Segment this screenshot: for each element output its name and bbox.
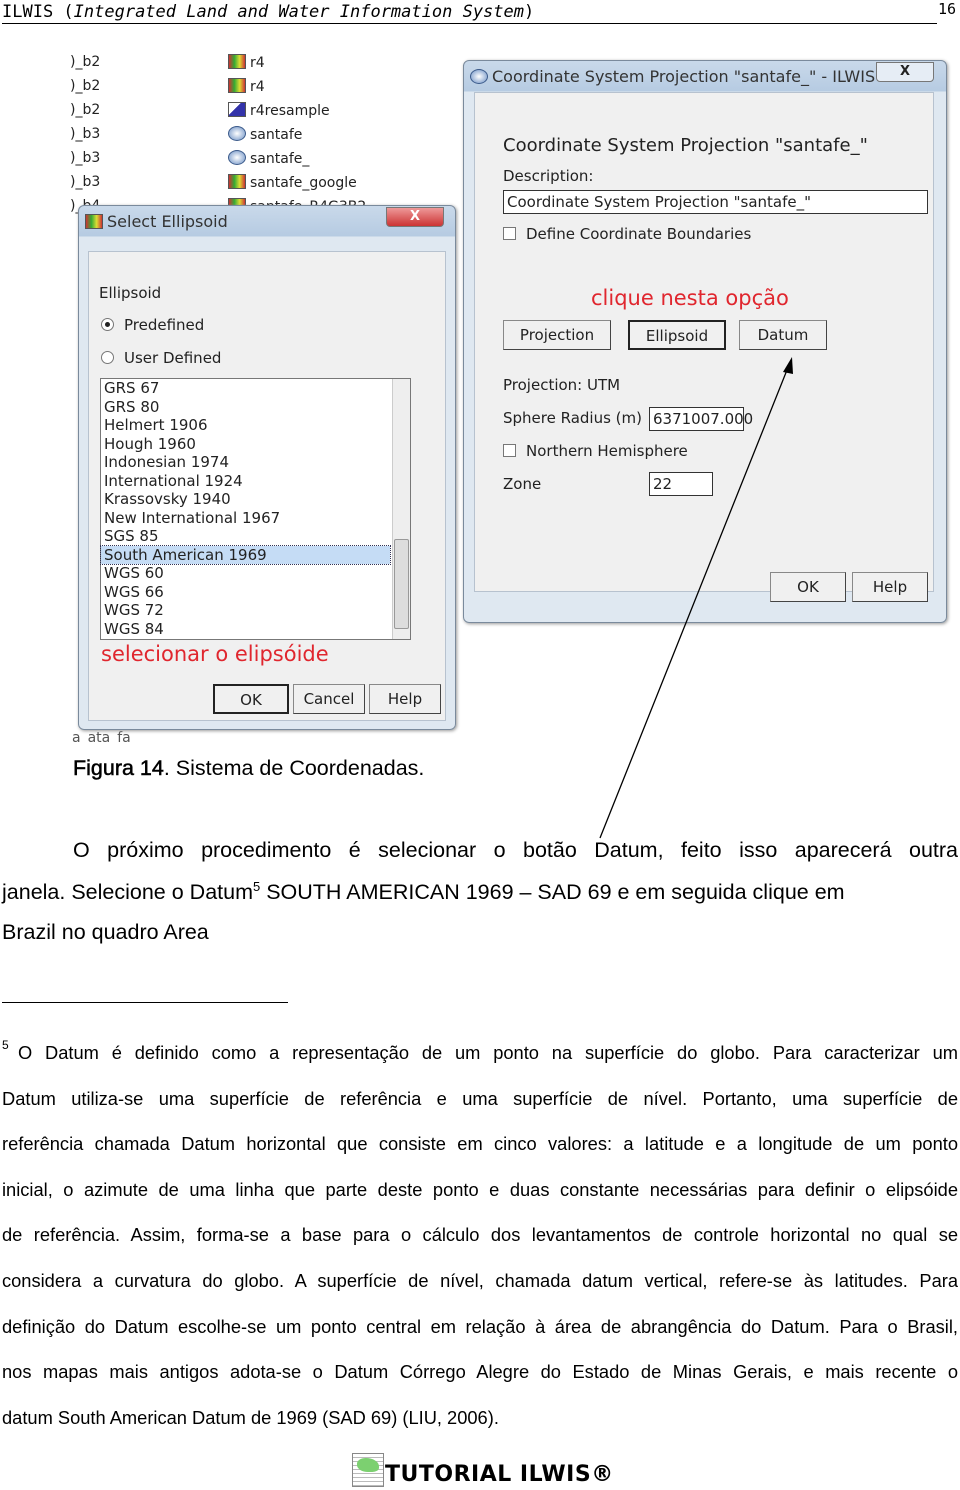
paragraph-line-2: janela. Selecione o Datum5 SOUTH AMERICA… <box>2 879 845 905</box>
footnote-line: Datum utiliza-se uma superfície de refer… <box>2 1087 958 1109</box>
footnote-marker: 5 <box>2 1038 9 1052</box>
footnote-line: definição do Datum escolhe-se um ponto c… <box>2 1315 958 1337</box>
footnote-line: referência chamada Datum horizontal que … <box>2 1133 958 1155</box>
footnote-line: O Datum é definido como a representação … <box>18 1042 958 1063</box>
caption-text: . Sistema de Coordenadas. <box>163 756 425 780</box>
footnote-line: datum South American Datum de 1969 (SAD … <box>2 1406 499 1428</box>
footnote-line: de referência. Assim, forma-se a base pa… <box>2 1224 958 1246</box>
para-text: janela. Selecione o Datum <box>2 880 253 905</box>
unesp-logo <box>352 1453 384 1487</box>
paragraph-line-1: O próximo procedimento é selecionar o bo… <box>73 838 958 862</box>
footnote-line: nos mapas mais antigos adota-se o Datum … <box>2 1361 958 1383</box>
footnote-divider <box>2 1002 288 1003</box>
para-text: SOUTH AMERICAN 1969 – SAD 69 e em seguid… <box>260 880 845 905</box>
caption-bold: Figura 14 <box>73 756 164 781</box>
figure-caption: Figura 14. Sistema de Coordenadas. <box>73 756 425 781</box>
footnote-line: considera a curvatura do globo. A superf… <box>2 1270 958 1291</box>
paragraph-line-3: Brazil no quadro Area <box>2 920 209 944</box>
footer-title: TUTORIAL ILWIS® <box>385 1462 614 1487</box>
footnote-line: inicial, o azimute de uma linha que part… <box>2 1178 958 1200</box>
arrow-annotation <box>599 357 793 839</box>
